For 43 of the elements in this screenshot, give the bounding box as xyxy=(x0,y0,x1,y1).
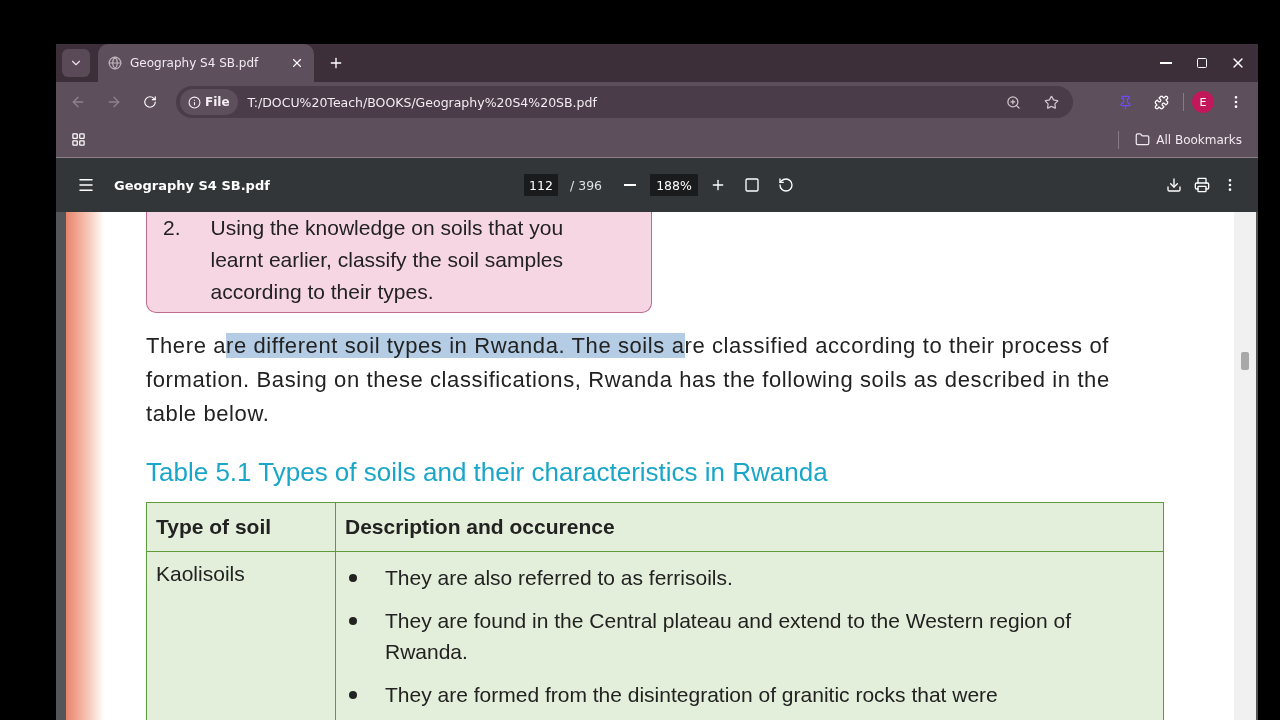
rotate-icon xyxy=(778,177,795,193)
globe-icon xyxy=(108,56,122,70)
tab-title: Geography S4 SB.pdf xyxy=(130,56,260,70)
bullet-icon xyxy=(349,617,357,625)
bullet-text: They are also referred to as ferrisoils. xyxy=(385,565,733,591)
profile-avatar[interactable]: E xyxy=(1192,91,1214,113)
activity-text: learnt earlier, classify the soil samples xyxy=(210,247,564,273)
scrollbar[interactable] xyxy=(1234,212,1256,720)
bullet-text: They are found in the Central plateau and extend to the Western region of Rwanda. xyxy=(385,608,1073,665)
page-number-field[interactable]: 112 xyxy=(524,174,558,196)
info-icon xyxy=(188,95,201,109)
table-caption: Table 5.1 Types of soils and their characteristics in Rwanda xyxy=(146,457,829,488)
address-bar[interactable]: File T:/DOCU%20Teach/BOOKS/Geography%20S4%20SB.pdf xyxy=(176,86,1073,118)
new-tab-icon xyxy=(328,55,344,71)
tab-search-button[interactable] xyxy=(62,49,90,77)
bookmarks-folder[interactable]: All Bookmarks xyxy=(1127,132,1250,147)
scrollbar-thumb[interactable] xyxy=(1241,352,1249,370)
print-icon xyxy=(1194,177,1210,193)
browser-tab[interactable]: Geography S4 SB.pdf xyxy=(98,44,314,82)
column-header: Type of soil xyxy=(146,502,336,552)
restore-icon xyxy=(1196,57,1208,69)
bullet-icon xyxy=(349,691,357,699)
close-icon[interactable] xyxy=(290,56,304,70)
folder-icon xyxy=(1135,132,1151,147)
table-cell: Kaolisoils xyxy=(146,551,336,720)
forward-icon xyxy=(106,94,122,110)
back-icon xyxy=(70,94,86,110)
download-icon xyxy=(1166,177,1182,193)
document-title: Geography S4 SB.pdf xyxy=(114,177,271,193)
body-paragraph: There are different soil types in Rwanda. The soils are classified according to their process of formation. Basing on these classifications, Rwanda has the following soils as described in the table below. xyxy=(146,332,1111,428)
bullet-text: They are formed from the disintegration of granitic rocks that were xyxy=(385,682,998,708)
site-info-chip[interactable]: File xyxy=(180,89,238,115)
fit-page-icon xyxy=(744,177,761,193)
minimize-icon xyxy=(1160,62,1172,64)
activity-text: Using the knowledge on soils that you xyxy=(210,215,564,241)
list-number: 2. xyxy=(163,215,181,241)
page-total: / 396 xyxy=(570,177,603,193)
url-text: T:/DOCU%20Teach/BOOKS/Geography%20S4%20SB.pdf xyxy=(247,94,598,110)
bullet-icon xyxy=(349,574,357,582)
reload-icon xyxy=(143,95,157,109)
zoom-field[interactable]: 188% xyxy=(650,174,699,196)
column-header: Description and occurence xyxy=(335,502,1164,552)
activity-text: according to their types. xyxy=(210,279,435,305)
